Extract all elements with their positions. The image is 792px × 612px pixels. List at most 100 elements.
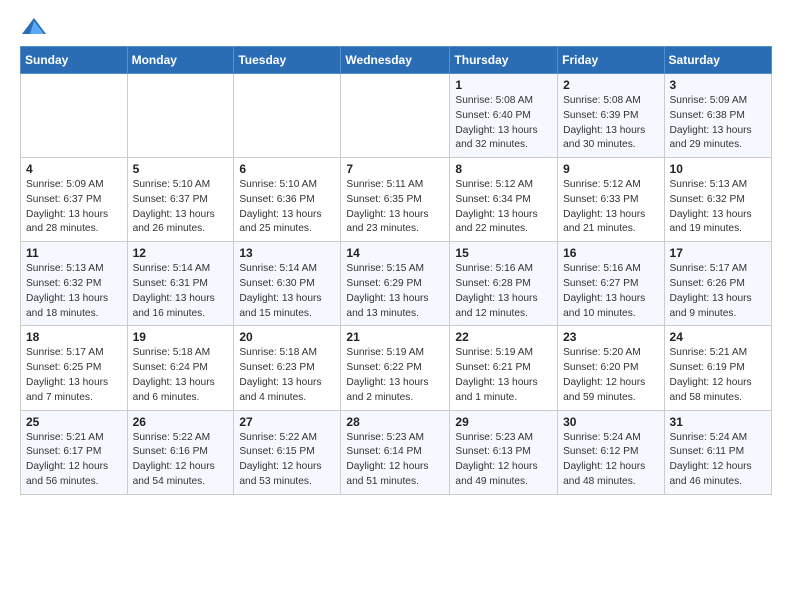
day-number: 12 [133, 246, 229, 260]
day-info: Sunrise: 5:13 AM Sunset: 6:32 PM Dayligh… [670, 178, 766, 237]
header-day-monday: Monday [127, 47, 234, 74]
generalblue-logo-icon [20, 16, 48, 38]
week-row-4: 18Sunrise: 5:17 AM Sunset: 6:25 PM Dayli… [21, 326, 772, 410]
day-number: 19 [133, 330, 229, 344]
calendar-cell: 11 Sunrise: 5:13 AM Sunset: 6:32 PM Dayli… [21, 242, 128, 326]
calendar-cell: 17 Sunrise: 5:17 AM Sunset: 6:26 PM Dayli… [664, 242, 771, 326]
day-info: Sunrise: 5:10 AM Sunset: 6:37 PM Dayligh… [133, 178, 229, 237]
day-number: 1 [455, 78, 552, 92]
calendar-cell: 15 Sunrise: 5:16 AM Sunset: 6:28 PM Dayli… [450, 242, 558, 326]
calendar-cell: 31Sunrise: 5:24 AM Sunset: 6:11 PM Dayli… [664, 410, 771, 494]
calendar-cell: 7 Sunrise: 5:11 AM Sunset: 6:35 PM Daylig… [341, 158, 450, 242]
calendar-cell: 21Sunrise: 5:19 AM Sunset: 6:22 PM Dayli… [341, 326, 450, 410]
day-number: 29 [455, 415, 552, 429]
calendar-table: SundayMondayTuesdayWednesdayThursdayFrid… [20, 46, 772, 495]
calendar-cell: 8 Sunrise: 5:12 AM Sunset: 6:34 PM Daylig… [450, 158, 558, 242]
calendar-cell: 13Sunrise: 5:14 AM Sunset: 6:30 PM Dayli… [234, 242, 341, 326]
day-info: Sunrise: 5:12 AM Sunset: 6:33 PM Dayligh… [563, 178, 658, 237]
day-number: 10 [670, 162, 766, 176]
day-number: 4 [26, 162, 122, 176]
week-row-3: 11 Sunrise: 5:13 AM Sunset: 6:32 PM Dayli… [21, 242, 772, 326]
week-row-5: 25 Sunrise: 5:21 AM Sunset: 6:17 PM Dayli… [21, 410, 772, 494]
calendar-cell: 12 Sunrise: 5:14 AM Sunset: 6:31 PM Dayli… [127, 242, 234, 326]
day-number: 6 [239, 162, 335, 176]
header-day-sunday: Sunday [21, 47, 128, 74]
day-info: Sunrise: 5:13 AM Sunset: 6:32 PM Dayligh… [26, 262, 122, 321]
day-info: Sunrise: 5:10 AM Sunset: 6:36 PM Dayligh… [239, 178, 335, 237]
day-info: Sunrise: 5:16 AM Sunset: 6:27 PM Dayligh… [563, 262, 658, 321]
day-number: 13 [239, 246, 335, 260]
day-info: Sunrise: 5:12 AM Sunset: 6:34 PM Dayligh… [455, 178, 552, 237]
calendar-cell: 19 Sunrise: 5:18 AM Sunset: 6:24 PM Dayli… [127, 326, 234, 410]
day-info: Sunrise: 5:19 AM Sunset: 6:21 PM Dayligh… [455, 346, 552, 405]
day-info: Sunrise: 5:22 AM Sunset: 6:16 PM Dayligh… [133, 431, 229, 490]
calendar-cell [234, 74, 341, 158]
day-info: Sunrise: 5:17 AM Sunset: 6:26 PM Dayligh… [670, 262, 766, 321]
day-info: Sunrise: 5:23 AM Sunset: 6:13 PM Dayligh… [455, 431, 552, 490]
day-info: Sunrise: 5:15 AM Sunset: 6:29 PM Dayligh… [346, 262, 444, 321]
day-number: 24 [670, 330, 766, 344]
day-info: Sunrise: 5:21 AM Sunset: 6:17 PM Dayligh… [26, 431, 122, 490]
day-info: Sunrise: 5:20 AM Sunset: 6:20 PM Dayligh… [563, 346, 658, 405]
day-number: 20 [239, 330, 335, 344]
calendar-cell: 25 Sunrise: 5:21 AM Sunset: 6:17 PM Dayli… [21, 410, 128, 494]
header-day-wednesday: Wednesday [341, 47, 450, 74]
header-day-saturday: Saturday [664, 47, 771, 74]
day-number: 28 [346, 415, 444, 429]
day-number: 26 [133, 415, 229, 429]
day-number: 14 [346, 246, 444, 260]
day-info: Sunrise: 5:23 AM Sunset: 6:14 PM Dayligh… [346, 431, 444, 490]
day-info: Sunrise: 5:22 AM Sunset: 6:15 PM Dayligh… [239, 431, 335, 490]
calendar-cell: 10 Sunrise: 5:13 AM Sunset: 6:32 PM Dayli… [664, 158, 771, 242]
day-number: 27 [239, 415, 335, 429]
day-info: Sunrise: 5:16 AM Sunset: 6:28 PM Dayligh… [455, 262, 552, 321]
logo [20, 16, 52, 38]
calendar-cell: 16 Sunrise: 5:16 AM Sunset: 6:27 PM Dayli… [558, 242, 664, 326]
day-number: 11 [26, 246, 122, 260]
day-number: 8 [455, 162, 552, 176]
calendar-header-row: SundayMondayTuesdayWednesdayThursdayFrid… [21, 47, 772, 74]
calendar-cell: 9 Sunrise: 5:12 AM Sunset: 6:33 PM Daylig… [558, 158, 664, 242]
day-info: Sunrise: 5:11 AM Sunset: 6:35 PM Dayligh… [346, 178, 444, 237]
day-info: Sunrise: 5:21 AM Sunset: 6:19 PM Dayligh… [670, 346, 766, 405]
day-number: 17 [670, 246, 766, 260]
day-number: 25 [26, 415, 122, 429]
calendar-cell: 20 Sunrise: 5:18 AM Sunset: 6:23 PM Dayli… [234, 326, 341, 410]
calendar-cell: 22 Sunrise: 5:19 AM Sunset: 6:21 PM Dayli… [450, 326, 558, 410]
day-number: 22 [455, 330, 552, 344]
day-info: Sunrise: 5:18 AM Sunset: 6:24 PM Dayligh… [133, 346, 229, 405]
week-row-2: 4 Sunrise: 5:09 AM Sunset: 6:37 PM Daylig… [21, 158, 772, 242]
calendar-cell: 2Sunrise: 5:08 AM Sunset: 6:39 PM Daylig… [558, 74, 664, 158]
day-number: 7 [346, 162, 444, 176]
day-number: 2 [563, 78, 658, 92]
day-number: 31 [670, 415, 766, 429]
calendar-cell: 14 Sunrise: 5:15 AM Sunset: 6:29 PM Dayli… [341, 242, 450, 326]
calendar-cell: 18Sunrise: 5:17 AM Sunset: 6:25 PM Dayli… [21, 326, 128, 410]
day-info: Sunrise: 5:18 AM Sunset: 6:23 PM Dayligh… [239, 346, 335, 405]
header-day-friday: Friday [558, 47, 664, 74]
header [20, 16, 772, 38]
calendar-cell: 24 Sunrise: 5:21 AM Sunset: 6:19 PM Dayli… [664, 326, 771, 410]
day-number: 21 [346, 330, 444, 344]
day-number: 15 [455, 246, 552, 260]
header-day-thursday: Thursday [450, 47, 558, 74]
calendar-cell: 26 Sunrise: 5:22 AM Sunset: 6:16 PM Dayli… [127, 410, 234, 494]
day-info: Sunrise: 5:08 AM Sunset: 6:40 PM Dayligh… [455, 94, 552, 153]
calendar-cell: 3 Sunrise: 5:09 AM Sunset: 6:38 PM Daylig… [664, 74, 771, 158]
day-number: 3 [670, 78, 766, 92]
calendar-cell: 28 Sunrise: 5:23 AM Sunset: 6:14 PM Dayli… [341, 410, 450, 494]
day-number: 9 [563, 162, 658, 176]
calendar-cell [127, 74, 234, 158]
calendar-cell: 1 Sunrise: 5:08 AM Sunset: 6:40 PM Daylig… [450, 74, 558, 158]
calendar-cell: 23 Sunrise: 5:20 AM Sunset: 6:20 PM Dayli… [558, 326, 664, 410]
header-day-tuesday: Tuesday [234, 47, 341, 74]
day-info: Sunrise: 5:09 AM Sunset: 6:37 PM Dayligh… [26, 178, 122, 237]
day-number: 23 [563, 330, 658, 344]
day-info: Sunrise: 5:09 AM Sunset: 6:38 PM Dayligh… [670, 94, 766, 153]
calendar-cell: 27 Sunrise: 5:22 AM Sunset: 6:15 PM Dayli… [234, 410, 341, 494]
day-number: 5 [133, 162, 229, 176]
day-info: Sunrise: 5:14 AM Sunset: 6:31 PM Dayligh… [133, 262, 229, 321]
day-number: 16 [563, 246, 658, 260]
calendar-cell: 30Sunrise: 5:24 AM Sunset: 6:12 PM Dayli… [558, 410, 664, 494]
day-number: 30 [563, 415, 658, 429]
